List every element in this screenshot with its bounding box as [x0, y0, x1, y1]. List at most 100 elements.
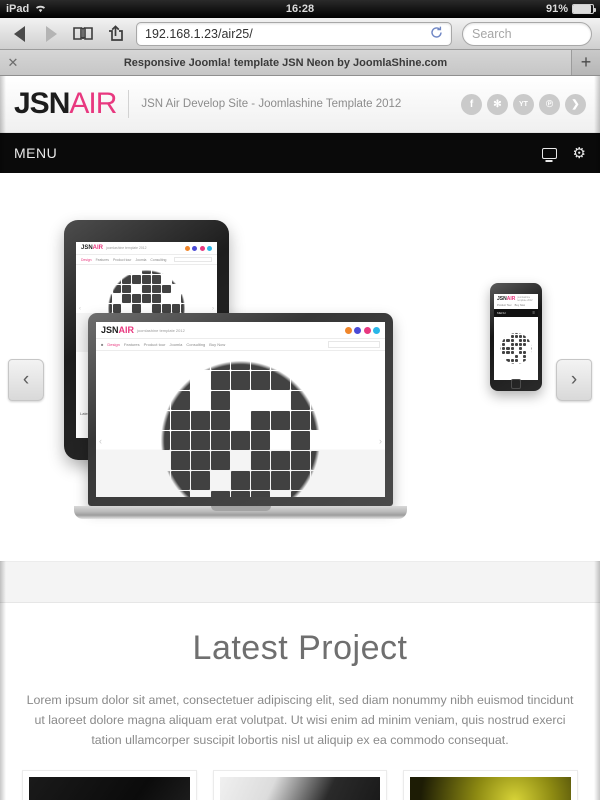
site-menubar: MENU ⚙	[0, 133, 600, 173]
laptop-mini-search[interactable]	[328, 341, 380, 348]
hero-slider: ‹ › JSNAIR joomlashine template 2012 Des…	[0, 173, 600, 561]
tablet-mini-dots	[185, 246, 213, 251]
phone-mockup: JSNAIR joomlashine template 2012 Product…	[490, 283, 542, 391]
laptop-screen: JSNAIR joomlashine template 2012 ■ Desig…	[96, 322, 385, 497]
latest-project-description: Lorem ipsum dolor sit amet, consectetuer…	[22, 690, 578, 750]
laptop-nav-item-1[interactable]: Features	[124, 342, 140, 347]
project-card[interactable]	[403, 770, 578, 800]
latest-project-section: Latest Project Lorem ipsum dolor sit ame…	[0, 603, 600, 750]
tablet-mini-nav: Design Features Product tour Joomla Cons…	[76, 254, 217, 265]
laptop-nav-item-4[interactable]: Consulting	[186, 342, 205, 347]
dribbble-icon[interactable]: ✻	[487, 94, 508, 115]
back-button[interactable]	[8, 23, 30, 45]
social-links: f ✻ YT ℗ ❯	[461, 94, 586, 115]
icon-cloud-graphic	[498, 331, 533, 366]
phone-mini-tagline: joomlashine template 2012	[517, 296, 535, 302]
project-cards	[0, 750, 600, 800]
project-card[interactable]	[22, 770, 197, 800]
laptop-mini-next-icon[interactable]: ›	[379, 436, 382, 446]
tablet-mini-logo: JSNAIR	[81, 245, 103, 251]
laptop-mini-logo: JSNAIR	[101, 325, 134, 335]
search-input[interactable]: Search	[462, 22, 592, 46]
browser-toolbar: 192.168.1.23/air25/ Search	[0, 18, 600, 50]
project-card-image	[29, 777, 190, 800]
laptop-nav-item-0[interactable]: Design	[107, 342, 119, 347]
tablet-nav-item-2[interactable]: Product tour	[113, 258, 131, 262]
phone-mini-header: JSNAIR joomlashine template 2012	[494, 294, 538, 304]
page-title: Latest Project	[22, 629, 578, 668]
battery-percent-label: 91%	[546, 3, 568, 15]
project-card-image	[410, 777, 571, 800]
tablet-nav-item-0[interactable]: Design	[81, 258, 92, 262]
phone-mini-menubar[interactable]: MENU ☰	[494, 309, 538, 317]
address-bar[interactable]: 192.168.1.23/air25/	[136, 22, 452, 46]
laptop-mini-header: JSNAIR joomlashine template 2012	[96, 322, 385, 338]
phone-menu-label: MENU	[497, 311, 506, 315]
address-bar-value: 192.168.1.23/air25/	[145, 27, 430, 41]
laptop-home-icon[interactable]: ■	[101, 342, 103, 347]
forward-button[interactable]	[40, 23, 62, 45]
browser-tab-active[interactable]: ✕ Responsive Joomla! template JSN Neon b…	[0, 50, 572, 75]
tablet-mini-header: JSNAIR joomlashine template 2012	[76, 242, 217, 254]
status-bar-left: iPad	[6, 3, 47, 16]
phone-mini-body	[494, 317, 538, 380]
browser-tab-bar: ✕ Responsive Joomla! template JSN Neon b…	[0, 50, 600, 76]
laptop-nav-item-3[interactable]: Joomla	[169, 342, 182, 347]
phone-screen: JSNAIR joomlashine template 2012 Product…	[494, 294, 538, 380]
status-bar-right: 91%	[546, 3, 594, 15]
phone-button-buy-now[interactable]: Buy Now	[515, 304, 525, 307]
logo-primary-text: JSN	[14, 87, 69, 120]
phone-mini-site: JSNAIR joomlashine template 2012 Product…	[494, 294, 538, 380]
phone-button-product-tour[interactable]: Product Tour	[497, 304, 512, 307]
search-placeholder-text: Search	[472, 27, 512, 41]
tablet-mini-search[interactable]	[174, 257, 212, 262]
icon-cloud-graphic	[151, 351, 330, 497]
laptop-lid: JSNAIR joomlashine template 2012 ■ Desig…	[88, 313, 393, 506]
monitor-icon[interactable]	[542, 148, 557, 159]
section-divider-band	[0, 561, 600, 603]
laptop-mini-nav: ■ Design Features Product tour Joomla Co…	[96, 338, 385, 351]
laptop-mockup: JSNAIR joomlashine template 2012 ■ Desig…	[88, 313, 393, 519]
logo-divider	[128, 90, 129, 118]
battery-icon	[572, 4, 594, 14]
pinterest-icon[interactable]: ℗	[539, 94, 560, 115]
laptop-base	[74, 506, 407, 519]
phone-menu-toggle-icon[interactable]: ☰	[532, 311, 535, 315]
slider-prev-button[interactable]: ‹	[8, 359, 44, 401]
logo-accent-text: AIR	[69, 87, 116, 120]
tablet-mini-prev-icon: ‹	[79, 306, 81, 312]
laptop-mini-dots	[345, 327, 381, 334]
project-card-image	[220, 777, 381, 800]
bookmarks-icon[interactable]	[72, 23, 94, 45]
project-card[interactable]	[213, 770, 388, 800]
tablet-nav-item-3[interactable]: Joomla	[135, 258, 146, 262]
gear-icon[interactable]: ⚙	[573, 146, 586, 161]
ios-status-bar: iPad 16:28 91%	[0, 0, 600, 18]
facebook-icon[interactable]: f	[461, 94, 482, 115]
site-tagline: JSN Air Develop Site - Joomlashine Templ…	[141, 98, 401, 110]
tablet-mini-next-icon: ›	[212, 306, 214, 312]
new-tab-button[interactable]: +	[572, 50, 600, 75]
carrier-label: iPad	[6, 3, 29, 15]
youtube-icon[interactable]: YT	[513, 94, 534, 115]
laptop-nav-item-2[interactable]: Product tour	[144, 342, 166, 347]
browser-tab-title: Responsive Joomla! template JSN Neon by …	[26, 57, 571, 69]
laptop-mini-tagline: joomlashine template 2012	[137, 328, 185, 333]
tablet-mini-tagline: joomlashine template 2012	[106, 246, 147, 250]
laptop-mini-body: ‹ ›	[96, 351, 385, 497]
status-bar-clock: 16:28	[0, 0, 600, 18]
tablet-nav-item-1[interactable]: Features	[96, 258, 109, 262]
reload-icon[interactable]	[430, 26, 443, 42]
laptop-nav-item-5[interactable]: Buy Now	[209, 342, 225, 347]
laptop-mini-prev-icon[interactable]: ‹	[99, 436, 102, 446]
slide-mockup-stage: JSNAIR joomlashine template 2012 Design …	[0, 173, 600, 561]
close-icon[interactable]: ✕	[0, 55, 26, 71]
menu-toggle-button[interactable]: MENU	[14, 145, 57, 161]
tablet-nav-item-4[interactable]: Consulting	[150, 258, 166, 262]
site-logo[interactable]: JSNAIR	[14, 89, 116, 119]
wifi-icon	[34, 3, 47, 16]
menubar-icons: ⚙	[542, 146, 586, 161]
twitter-icon[interactable]: ❯	[565, 94, 586, 115]
slider-next-button[interactable]: ›	[556, 359, 592, 401]
share-icon[interactable]	[104, 23, 126, 45]
